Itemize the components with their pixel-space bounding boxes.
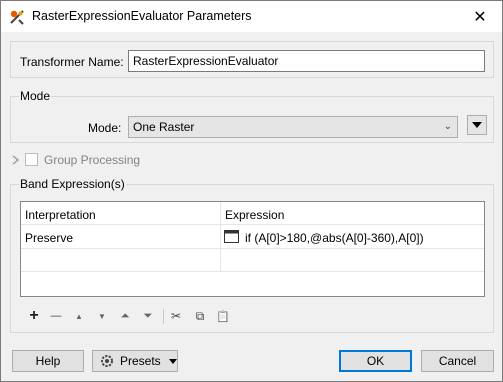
table-row[interactable]: Preserve if (A[0]>180,@abs(A[0]-360),A[0… [21, 226, 484, 249]
expression-cell[interactable]: if (A[0]>180,@abs(A[0]-360),A[0]) [245, 231, 424, 245]
mode-label: Mode: [88, 121, 122, 135]
add-row-icon[interactable]: + [26, 307, 42, 324]
table-row[interactable] [21, 250, 484, 272]
expand-arrow-icon[interactable] [12, 155, 20, 165]
cancel-button-label: Cancel [438, 354, 477, 368]
band-expressions-group: Interpretation Expression Preserve if (A… [10, 184, 494, 333]
toolbar-separator [163, 309, 164, 324]
ok-button[interactable]: OK [339, 350, 412, 372]
ok-button-label: OK [366, 354, 385, 368]
triangle-down-icon [168, 358, 177, 364]
presets-gear-icon [101, 355, 113, 367]
band-expressions-title: Band Expression(s) [19, 177, 126, 191]
mode-group: Mode: One Raster ⌄ [10, 96, 494, 143]
window-title: RasterExpressionEvaluator Parameters [32, 9, 252, 23]
group-processing-label: Group Processing [44, 153, 141, 167]
table-header: Interpretation Expression [21, 202, 484, 225]
close-button[interactable]: ✕ [458, 1, 502, 32]
mode-dropdown[interactable]: One Raster ⌄ [128, 116, 458, 138]
move-up-icon[interactable]: ▲ [71, 308, 87, 324]
triangle-down-icon [472, 122, 482, 128]
dialog-window: RasterExpressionEvaluator Parameters ✕ T… [0, 0, 503, 382]
cancel-button[interactable]: Cancel [421, 350, 494, 372]
move-to-top-icon[interactable]: ⏶ [117, 308, 133, 324]
column-header-expression: Expression [225, 208, 285, 222]
transformer-name-input[interactable]: RasterExpressionEvaluator [128, 50, 485, 72]
band-expressions-table: Interpretation Expression Preserve if (A… [20, 201, 485, 297]
paste-icon[interactable]: 📋 [215, 308, 231, 324]
presets-button-label: Presets [120, 354, 161, 368]
move-to-bottom-icon[interactable]: ⏷ [140, 308, 156, 324]
transformer-name-label: Transformer Name: [20, 55, 124, 69]
cut-icon[interactable]: ✂ [168, 308, 184, 324]
transformer-name-group: Transformer Name: RasterExpressionEvalua… [10, 41, 494, 78]
interpretation-cell[interactable]: Preserve [25, 231, 73, 245]
copy-icon[interactable]: ⧉ [192, 308, 208, 324]
mode-menu-button[interactable] [467, 115, 487, 135]
expression-editor-icon[interactable] [224, 230, 240, 244]
title-bar: RasterExpressionEvaluator Parameters ✕ [1, 1, 502, 32]
help-button-label: Help [35, 354, 61, 368]
column-header-interpretation: Interpretation [25, 208, 96, 222]
fme-transformer-icon [10, 10, 24, 25]
mode-group-title: Mode [19, 89, 52, 103]
mode-dropdown-value: One Raster [133, 120, 195, 134]
move-down-icon[interactable]: ▼ [94, 308, 110, 324]
chevron-down-icon: ⌄ [443, 121, 452, 132]
close-icon: ✕ [473, 8, 487, 26]
group-processing-checkbox[interactable] [25, 153, 38, 166]
remove-row-icon[interactable]: — [48, 308, 64, 324]
presets-button[interactable]: Presets [92, 350, 178, 372]
help-button[interactable]: Help [12, 350, 84, 372]
